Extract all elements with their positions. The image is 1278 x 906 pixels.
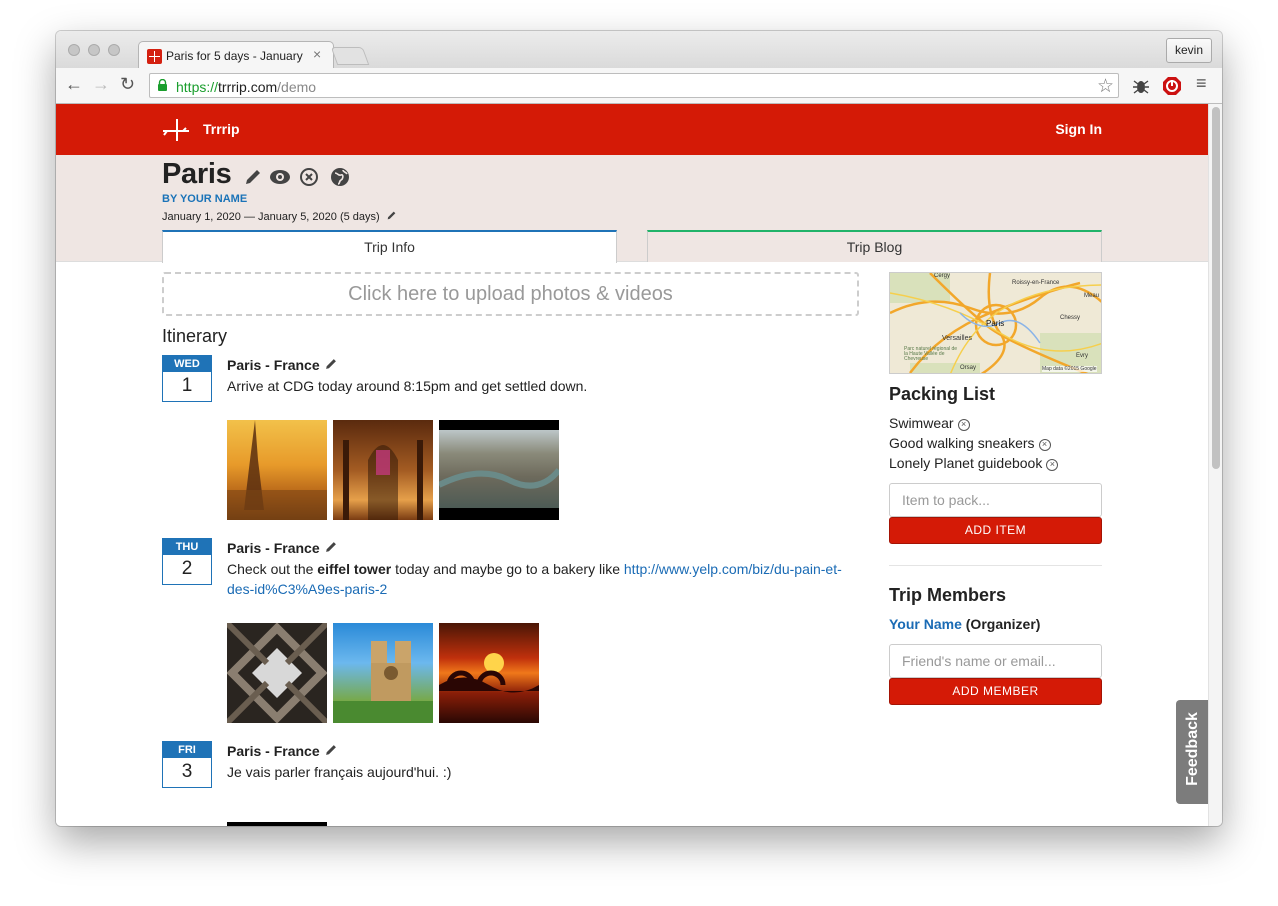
trip-header: Paris BY YOUR NAME January 1, 2020 — Jan… xyxy=(56,155,1208,263)
page-scrollbar[interactable] xyxy=(1208,104,1222,826)
photo-notre-dame[interactable] xyxy=(333,623,433,723)
globe-icon[interactable] xyxy=(330,167,350,187)
packing-item: Lonely Planet guidebook × xyxy=(889,455,1059,471)
map-label: Parc naturel régional de la Haute Vallée… xyxy=(904,346,958,362)
url-text: https://trrrip.com/demo xyxy=(176,79,317,95)
packing-heading: Packing List xyxy=(889,384,996,404)
remove-item-icon[interactable]: × xyxy=(957,419,970,431)
map-label: Orsay xyxy=(960,365,977,371)
browser-tab[interactable]: Paris for 5 days - January × xyxy=(138,41,334,68)
day-number: 3 xyxy=(181,761,193,782)
photo-church-interior[interactable] xyxy=(333,420,433,520)
add-member-button[interactable]: ADD MEMBER xyxy=(889,678,1102,705)
favicon-icon xyxy=(147,49,162,64)
map-label: Chessy xyxy=(1060,315,1081,321)
minimize-window-button[interactable] xyxy=(88,44,100,56)
map-label: Meau xyxy=(1084,293,1100,299)
map-attribution: Map data ©2015 Google xyxy=(1042,366,1097,372)
trip-dates: January 1, 2020 — January 5, 2020 (5 day… xyxy=(162,210,397,223)
day-weekday: WED xyxy=(163,356,211,372)
edit-day-icon[interactable] xyxy=(324,540,338,554)
map-label: Versailles xyxy=(942,335,972,342)
day-number: 2 xyxy=(181,558,193,579)
bug-extension-icon[interactable] xyxy=(1131,76,1151,96)
map-label: Evry xyxy=(1076,353,1088,359)
day-note: Je vais parler français aujourd'hui. :) xyxy=(227,764,452,780)
new-tab-button[interactable] xyxy=(330,47,370,65)
forward-arrow-icon[interactable]: → xyxy=(92,74,110,95)
day-badge: WED 1 xyxy=(162,355,212,402)
feedback-tab[interactable]: Feedback xyxy=(1176,700,1208,804)
trip-title: Paris xyxy=(162,158,232,190)
photo-seine-sunset[interactable] xyxy=(439,623,539,723)
zoom-window-button[interactable] xyxy=(108,44,120,56)
reload-icon[interactable]: ↻ xyxy=(120,74,135,95)
sign-in-link[interactable]: Sign In xyxy=(1055,121,1102,137)
day-note: Arrive at CDG today around 8:15pm and ge… xyxy=(227,378,588,394)
day-place: Paris - France xyxy=(227,540,338,556)
edit-pencil-icon[interactable] xyxy=(243,167,263,187)
browser-window: Paris for 5 days - January × kevin ← → ↻… xyxy=(56,31,1222,826)
photo-eiffel-underside[interactable] xyxy=(227,623,327,723)
edit-day-icon[interactable] xyxy=(324,743,338,757)
day-place: Paris - France xyxy=(227,357,338,373)
member-entry: Your Name (Organizer) xyxy=(889,616,1041,632)
tab-trip-blog[interactable]: Trip Blog xyxy=(647,230,1102,262)
tab-bar: Paris for 5 days - January × kevin xyxy=(56,31,1222,68)
photo-eiffel-sunset[interactable] xyxy=(227,420,327,520)
close-window-button[interactable] xyxy=(68,44,80,56)
day-badge: FRI 3 xyxy=(162,741,212,788)
edit-dates-icon[interactable] xyxy=(386,210,397,221)
edit-day-icon[interactable] xyxy=(324,357,338,371)
day-badge: THU 2 xyxy=(162,538,212,585)
itinerary-heading: Itinerary xyxy=(162,326,228,346)
tab-trip-info[interactable]: Trip Info xyxy=(162,230,617,263)
friend-email-input[interactable]: Friend's name or email... xyxy=(889,644,1102,678)
upload-dropzone[interactable]: Click here to upload photos & videos xyxy=(162,272,859,316)
back-arrow-icon[interactable]: ← xyxy=(65,74,83,95)
lock-icon xyxy=(158,79,167,91)
photo-seine-aerial[interactable] xyxy=(439,420,559,520)
day-weekday: FRI xyxy=(163,742,211,758)
add-item-button[interactable]: ADD ITEM xyxy=(889,517,1102,544)
remove-item-icon[interactable]: × xyxy=(1038,439,1051,451)
packing-item: Swimwear × xyxy=(889,415,970,431)
tab-title: Paris for 5 days - January xyxy=(166,49,303,63)
divider xyxy=(889,565,1102,566)
remove-item-icon[interactable]: × xyxy=(1046,459,1059,471)
photo-paris-dusk[interactable] xyxy=(227,822,327,826)
site-navbar: Trrrip Sign In xyxy=(56,104,1208,155)
map-label: Paris xyxy=(986,319,1005,328)
address-bar[interactable]: https://trrrip.com/demo ☆ xyxy=(149,73,1119,98)
close-tab-icon[interactable]: × xyxy=(313,46,321,62)
member-name-link[interactable]: Your Name xyxy=(889,616,962,632)
day-weekday: THU xyxy=(163,539,211,555)
bookmark-star-icon[interactable]: ☆ xyxy=(1097,75,1114,98)
map-label: Cergy xyxy=(934,273,951,279)
trip-map[interactable]: Cergy Roissy-en-France Meau Paris Versai… xyxy=(889,272,1102,374)
members-heading: Trip Members xyxy=(889,585,1007,605)
day-place: Paris - France xyxy=(227,743,338,759)
day-number: 1 xyxy=(181,375,193,396)
plane-logo-icon[interactable] xyxy=(161,117,191,143)
delete-circle-icon[interactable] xyxy=(299,167,319,187)
menu-icon[interactable]: ≡ xyxy=(1196,73,1207,94)
packing-item: Good walking sneakers × xyxy=(889,435,1051,451)
brand-link[interactable]: Trrrip xyxy=(203,121,240,137)
profile-button[interactable]: kevin xyxy=(1165,38,1212,63)
web-page: Trrrip Sign In Paris BY YOUR NAME Januar… xyxy=(56,104,1208,826)
eye-icon[interactable] xyxy=(269,168,291,186)
scrollbar-thumb[interactable] xyxy=(1212,107,1220,469)
day-note: Check out the eiffel tower today and may… xyxy=(227,561,842,597)
adblock-extension-icon[interactable] xyxy=(1162,76,1182,96)
map-label: Roissy-en-France xyxy=(1012,280,1060,286)
browser-toolbar: ← → ↻ https://trrrip.com/demo ☆ ≡ xyxy=(56,68,1222,104)
trip-byline[interactable]: BY YOUR NAME xyxy=(162,193,247,205)
item-to-pack-input[interactable]: Item to pack... xyxy=(889,483,1102,517)
